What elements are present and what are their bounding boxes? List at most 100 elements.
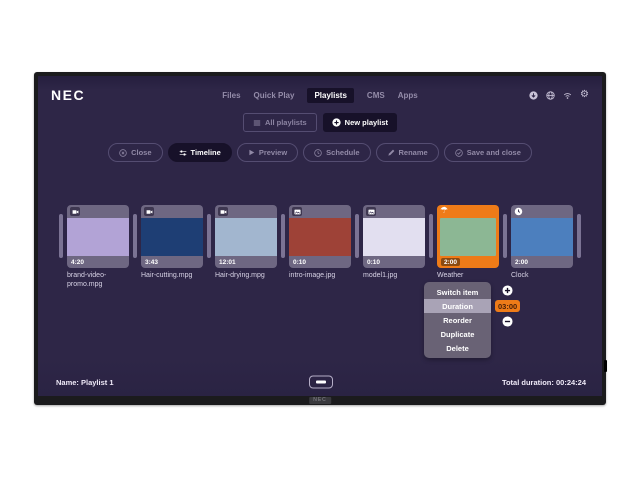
schedule-button[interactable]: Schedule xyxy=(303,143,370,162)
wifi-icon[interactable] xyxy=(563,91,572,100)
timeline-separator[interactable] xyxy=(429,214,433,258)
settings-icon[interactable]: ⚙ xyxy=(580,90,589,100)
item-name: Clock xyxy=(511,272,573,281)
item-name: model1.jpg xyxy=(363,272,425,281)
decrease-duration-icon[interactable] xyxy=(502,316,513,327)
thumbnail xyxy=(141,218,203,256)
duration-stepper: 03:00 xyxy=(495,285,520,327)
timeline-item[interactable]: 2:00 Clock xyxy=(511,205,573,281)
menu-item-duplicate[interactable]: Duplicate xyxy=(424,327,491,341)
clock-icon xyxy=(314,149,322,157)
save-and-close-button[interactable]: Save and close xyxy=(444,143,532,162)
item-name: brand-video-promo.mpg xyxy=(67,272,129,290)
thumbnail xyxy=(67,218,129,256)
thumbnail xyxy=(440,218,496,256)
thumbnail xyxy=(511,218,573,256)
new-playlist-button[interactable]: New playlist xyxy=(323,113,397,132)
display-screen: NEC Files Quick Play Playlists CMS Apps … xyxy=(38,76,602,396)
timeline-separator[interactable] xyxy=(133,214,137,258)
hamburger-icon xyxy=(253,119,261,127)
playlist-actions: All playlists New playlist xyxy=(38,113,602,132)
item-name: Hair-cutting.mpg xyxy=(141,272,203,281)
timeline-item[interactable]: 0:10 model1.jpg xyxy=(363,205,425,281)
thumbnail xyxy=(215,218,277,256)
dash-icon xyxy=(316,381,326,384)
timeline-separator[interactable] xyxy=(59,214,63,258)
editor-toolbar: Close Timeline Preview Schedule Rename S… xyxy=(38,143,602,162)
menu-item-duration[interactable]: Duration xyxy=(424,299,491,313)
timeline-item-selected[interactable]: ☂ 2:00 Weather xyxy=(437,205,499,281)
timeline-icon xyxy=(179,149,187,157)
total-duration: Total duration: 00:24:24 xyxy=(502,378,586,387)
nav-item-apps[interactable]: Apps xyxy=(398,91,418,100)
thumbnail xyxy=(289,218,351,256)
item-duration: 2:00 xyxy=(441,258,460,266)
timeline-item[interactable]: 4:20 brand-video-promo.mpg xyxy=(67,205,129,290)
timeline-separator[interactable] xyxy=(281,214,285,258)
item-name: Weather xyxy=(437,272,499,281)
timeline-item[interactable]: 3:43 Hair-cutting.mpg xyxy=(141,205,203,281)
rename-label: Rename xyxy=(399,148,428,157)
close-circle-icon xyxy=(119,149,127,157)
item-context-menu: Switch item Duration Reorder Duplicate D… xyxy=(424,282,491,358)
menu-item-delete[interactable]: Delete xyxy=(424,341,491,355)
monitor-frame: NEC Files Quick Play Playlists CMS Apps … xyxy=(34,72,606,405)
timeline-separator[interactable] xyxy=(207,214,211,258)
image-icon xyxy=(366,207,376,216)
globe-icon[interactable] xyxy=(546,91,555,100)
timeline-separator[interactable] xyxy=(503,214,507,258)
bezel-nec-logo: NEC xyxy=(309,397,331,404)
menu-item-reorder[interactable]: Reorder xyxy=(424,313,491,327)
video-icon xyxy=(70,207,80,216)
rename-button[interactable]: Rename xyxy=(376,143,439,162)
nav-menu: Files Quick Play Playlists CMS Apps xyxy=(38,84,602,106)
nav-icon-group: ⚙ xyxy=(529,90,589,100)
item-duration: 0:10 xyxy=(293,259,306,266)
top-nav: NEC Files Quick Play Playlists CMS Apps … xyxy=(38,84,602,106)
nav-item-files[interactable]: Files xyxy=(222,91,240,100)
save-and-close-label: Save and close xyxy=(467,148,521,157)
duration-value: 03:00 xyxy=(495,300,520,312)
thumbnail xyxy=(363,218,425,256)
item-duration: 3:43 xyxy=(145,259,158,266)
playlist-name: Name: Playlist 1 xyxy=(56,378,114,387)
image-icon xyxy=(292,207,302,216)
timeline-item[interactable]: 12:01 Hair-drying.mpg xyxy=(215,205,277,281)
new-playlist-label: New playlist xyxy=(345,118,388,127)
nec-logo: NEC xyxy=(51,87,85,103)
all-playlists-button[interactable]: All playlists xyxy=(243,113,317,132)
increase-duration-icon[interactable] xyxy=(502,285,513,296)
close-label: Close xyxy=(131,148,151,157)
play-icon xyxy=(248,149,255,156)
timeline-separator[interactable] xyxy=(355,214,359,258)
preview-button[interactable]: Preview xyxy=(237,143,298,162)
timeline-separator[interactable] xyxy=(577,214,581,258)
nav-item-cms[interactable]: CMS xyxy=(367,91,385,100)
status-bar: Name: Playlist 1 Total duration: 00:24:2… xyxy=(56,374,586,390)
power-button[interactable] xyxy=(604,360,607,372)
item-duration: 2:00 xyxy=(515,259,528,266)
timeline-button[interactable]: Timeline xyxy=(168,143,232,162)
close-button[interactable]: Close xyxy=(108,143,162,162)
nav-item-quick-play[interactable]: Quick Play xyxy=(254,91,295,100)
timeline-strip: 4:20 brand-video-promo.mpg 3:43 Hair-cut… xyxy=(38,205,602,290)
all-playlists-label: All playlists xyxy=(265,118,307,127)
check-circle-icon xyxy=(455,149,463,157)
timeline-item[interactable]: 0:10 intro-image.jpg xyxy=(289,205,351,281)
video-icon xyxy=(144,207,154,216)
video-icon xyxy=(218,207,228,216)
item-name: intro-image.jpg xyxy=(289,272,351,281)
timeline-label: Timeline xyxy=(191,148,221,157)
item-duration: 12:01 xyxy=(219,259,236,266)
schedule-label: Schedule xyxy=(326,148,359,157)
nav-item-playlists[interactable]: Playlists xyxy=(307,88,353,103)
item-name: Hair-drying.mpg xyxy=(215,272,277,281)
menu-item-switch-item[interactable]: Switch item xyxy=(424,285,491,299)
hide-bar-button[interactable] xyxy=(309,376,333,389)
pencil-icon xyxy=(387,149,395,157)
item-duration: 4:20 xyxy=(71,259,84,266)
clock-widget-icon xyxy=(514,207,523,216)
update-icon[interactable] xyxy=(529,91,538,100)
umbrella-icon: ☂ xyxy=(440,207,448,216)
item-duration: 0:10 xyxy=(367,259,380,266)
